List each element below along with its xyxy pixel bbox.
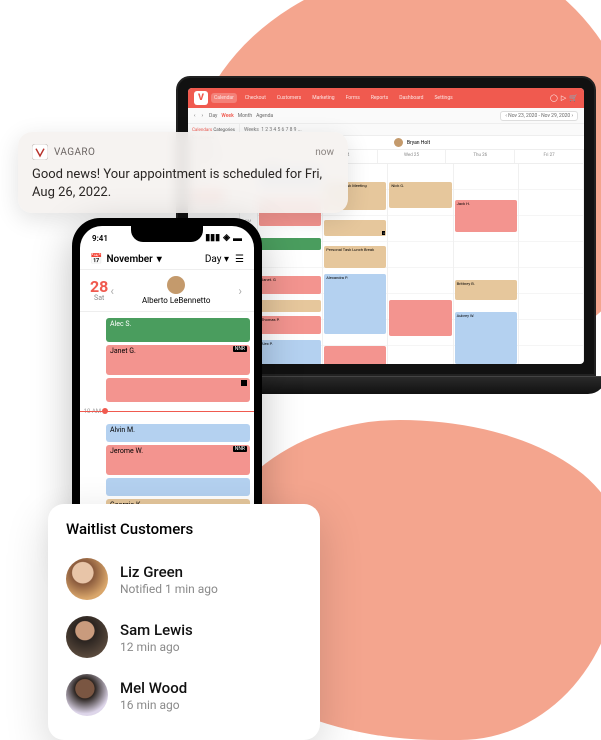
prev-staff-icon[interactable]: ‹: [108, 284, 116, 298]
customer-name: Liz Green: [120, 563, 218, 581]
current-time-indicator: [80, 411, 254, 412]
header-icons: ◯ ▷ 🛒: [550, 94, 578, 102]
avatar: [394, 138, 403, 147]
calendar-event[interactable]: ▪: [324, 220, 386, 236]
view-picker[interactable]: Day ▾: [205, 254, 229, 265]
notification-app-name: VAGARO: [54, 147, 95, 158]
cart-icon[interactable]: 🛒: [569, 94, 578, 102]
avatar: [66, 616, 108, 658]
calendar-event[interactable]: Personal Task Lunch Break: [324, 246, 386, 268]
time-label: [80, 344, 101, 376]
calendar-event[interactable]: Janet G.NNR: [106, 345, 250, 375]
battery-icon: ▬: [233, 233, 242, 244]
customer-name: Sam Lewis: [120, 621, 193, 639]
calendar-event[interactable]: [324, 346, 386, 364]
waitlist-item[interactable]: Mel Wood16 min ago: [66, 666, 302, 724]
calendar-icon: 📅: [90, 254, 102, 265]
push-notification[interactable]: VAGARO now Good news! Your appointment i…: [18, 132, 348, 213]
nav-marketing[interactable]: Marketing: [309, 93, 337, 103]
time-label: [80, 312, 101, 344]
calendar-event[interactable]: Thomas P.: [259, 316, 321, 334]
calendar-event[interactable]: Alvin M.: [106, 424, 250, 442]
nav-checkout[interactable]: Checkout: [242, 93, 269, 103]
view-day[interactable]: Day: [209, 113, 217, 119]
customer-subtitle: 12 min ago: [120, 640, 193, 654]
customer-subtitle: Notified 1 min ago: [120, 582, 218, 596]
calendar-event[interactable]: Alexandra P.: [324, 274, 386, 334]
calendar-event[interactable]: Aubrey W.: [455, 312, 517, 364]
nav-customers[interactable]: Customers: [274, 93, 304, 103]
calendar-event[interactable]: Alec S.: [106, 318, 250, 342]
play-icon[interactable]: ▷: [561, 94, 566, 102]
help-icon[interactable]: ◯: [550, 94, 558, 102]
filter-icon[interactable]: ☰: [235, 254, 244, 265]
notification-time: now: [315, 147, 334, 158]
calendar-event[interactable]: Brittney B.: [455, 280, 517, 300]
nav-reports[interactable]: Reports: [368, 93, 391, 103]
avatar: [167, 276, 185, 294]
avatar: [66, 558, 108, 600]
day-header: Fri 27: [515, 150, 584, 163]
vagaro-app-icon: [32, 144, 48, 160]
avatar: [66, 674, 108, 716]
phone-notch: [131, 226, 203, 242]
calendar-event[interactable]: [259, 300, 321, 312]
calendar-event[interactable]: [389, 300, 451, 336]
calendar-event[interactable]: Nick G.: [389, 182, 451, 208]
day-header: Thu 26: [446, 150, 515, 163]
calendar-event[interactable]: [106, 478, 250, 496]
selected-date[interactable]: 28Sat: [90, 279, 108, 302]
calendar-event[interactable]: Jerome W.NNR: [106, 445, 250, 475]
nav-calendar[interactable]: Calendar: [211, 93, 237, 103]
waitlist-item[interactable]: Liz GreenNotified 1 min ago: [66, 550, 302, 608]
status-time: 9:41: [92, 234, 108, 243]
prev-icon[interactable]: ‹: [194, 113, 196, 119]
nav-dashboard[interactable]: Dashboard: [396, 93, 426, 103]
chevron-down-icon: ▾: [157, 254, 162, 265]
calendar-event[interactable]: [259, 238, 321, 250]
time-label: [80, 440, 101, 472]
desktop-header: V Calendar Checkout Customers Marketing Form…: [188, 88, 584, 108]
desktop-toolbar: ‹ › Day Week Month Agenda ‹ Nov 23, 2020 - …: [188, 108, 584, 124]
calendar-event[interactable]: Jack H.: [455, 200, 517, 232]
waitlist-title: Waitlist Customers: [66, 520, 302, 538]
day-header: Wed 25: [378, 150, 447, 163]
waitlist-item[interactable]: Sam Lewis12 min ago: [66, 608, 302, 666]
next-staff-icon[interactable]: ›: [236, 284, 244, 298]
calendar-event[interactable]: Janet. G: [259, 276, 321, 294]
waitlist-card: Waitlist Customers Liz GreenNotified 1 m…: [48, 504, 320, 740]
signal-icon: ▮▮▮: [205, 233, 220, 243]
next-icon[interactable]: ›: [202, 113, 204, 119]
time-label: 10 AM: [80, 408, 101, 440]
staff-selector[interactable]: Alberto LeBennetto: [116, 276, 236, 305]
calendar-event[interactable]: [106, 378, 250, 402]
month-picker[interactable]: 📅 November ▾: [90, 254, 162, 265]
view-agenda[interactable]: Agenda: [256, 113, 273, 119]
nav-forms[interactable]: Forms: [343, 93, 363, 103]
wifi-icon: ◈: [223, 233, 230, 243]
time-label: [80, 376, 101, 408]
customer-name: Mel Wood: [120, 679, 187, 697]
date-range-picker[interactable]: ‹ Nov 23, 2020 - Nov 29, 2020 ›: [500, 111, 578, 121]
customer-subtitle: 16 min ago: [120, 698, 187, 712]
vagaro-logo-icon: V: [194, 91, 208, 105]
notification-message: Good news! Your appointment is scheduled…: [32, 166, 334, 201]
nav-settings[interactable]: Settings: [431, 93, 455, 103]
view-month[interactable]: Month: [238, 113, 252, 119]
view-week[interactable]: Week: [221, 113, 233, 119]
calendar-event[interactable]: Alex P.: [259, 340, 321, 364]
